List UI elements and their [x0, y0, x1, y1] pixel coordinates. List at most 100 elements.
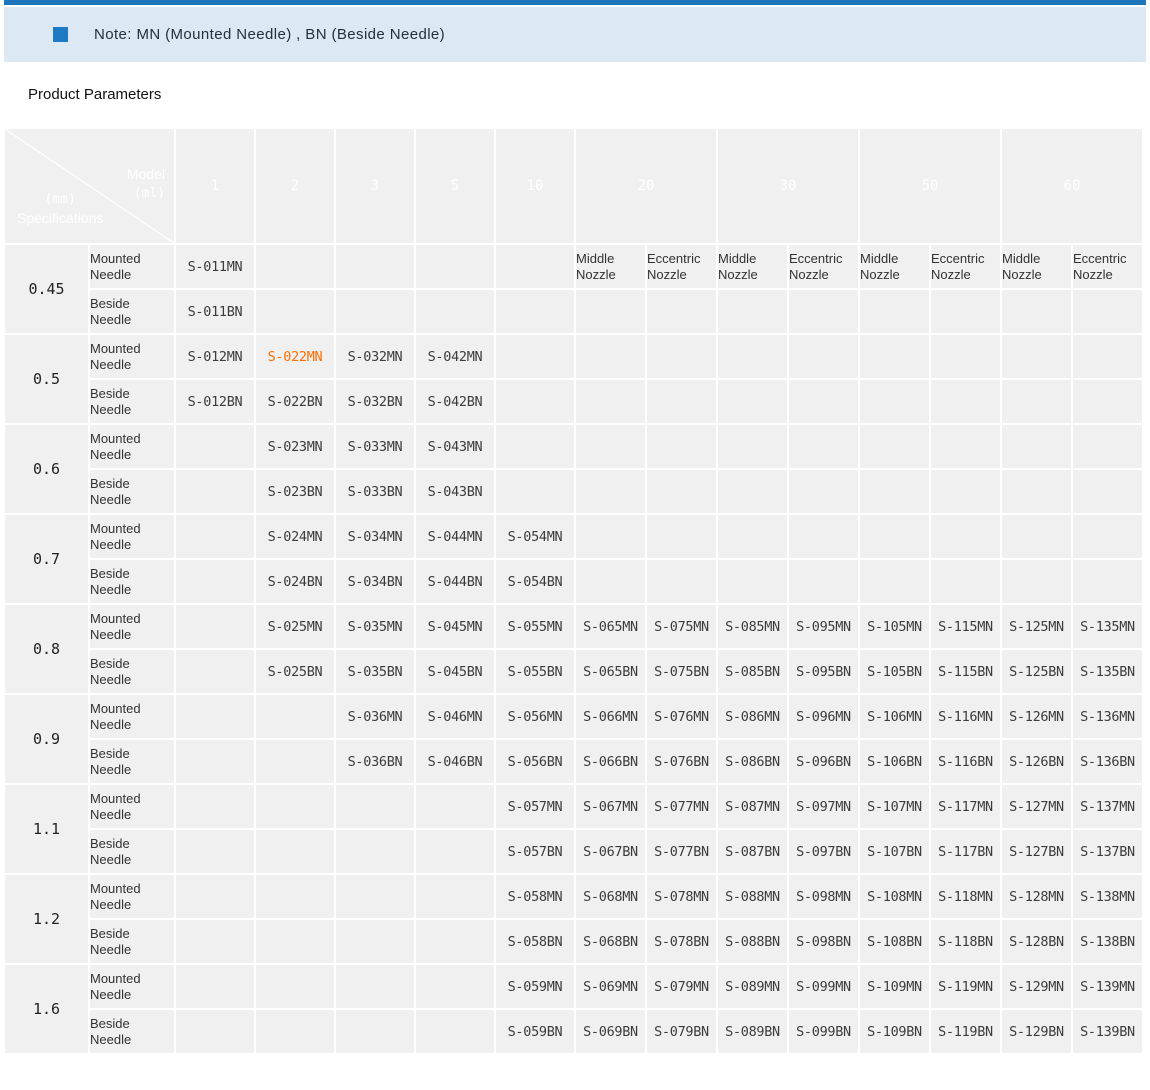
model-cell [1073, 335, 1142, 378]
model-cell [576, 470, 645, 513]
model-cell: S-097BN [789, 830, 858, 873]
model-cell: S-127MN [1002, 785, 1071, 828]
model-cell [416, 965, 494, 1008]
model-cell: S-032MN [336, 335, 414, 378]
model-cell: S-024MN [256, 515, 334, 558]
table-row: Beside NeedleS-025BNS-035BNS-045BNS-055B… [5, 650, 1142, 693]
model-cell: S-034BN [336, 560, 414, 603]
model-cell [256, 920, 334, 963]
model-cell: S-088BN [718, 920, 787, 963]
model-cell: S-098MN [789, 875, 858, 918]
model-cell [718, 380, 787, 423]
model-cell [576, 425, 645, 468]
model-cell [931, 335, 1000, 378]
model-cell: S-035MN [336, 605, 414, 648]
model-cell: S-079BN [647, 1010, 716, 1053]
model-cell: S-138BN [1073, 920, 1142, 963]
model-cell [1073, 290, 1142, 333]
model-cell: S-033BN [336, 470, 414, 513]
model-cell [931, 560, 1000, 603]
model-cell [496, 470, 574, 513]
column-header-50: 50 [860, 129, 1000, 243]
model-cell: S-022BN [256, 380, 334, 423]
needle-type-label: Beside Needle [90, 650, 174, 693]
model-cell: S-046MN [416, 695, 494, 738]
model-cell: S-011MN [176, 245, 254, 288]
model-cell [496, 245, 574, 288]
model-cell: S-045MN [416, 605, 494, 648]
model-cell: S-135MN [1073, 605, 1142, 648]
model-cell: S-107MN [860, 785, 929, 828]
model-cell: S-126MN [1002, 695, 1071, 738]
model-cell: S-089MN [718, 965, 787, 1008]
model-cell: S-055MN [496, 605, 574, 648]
model-cell [860, 560, 929, 603]
model-cell [718, 290, 787, 333]
model-cell: S-076BN [647, 740, 716, 783]
model-cell: S-055BN [496, 650, 574, 693]
model-cell [256, 290, 334, 333]
model-cell: S-043BN [416, 470, 494, 513]
model-cell [931, 290, 1000, 333]
spec-label: 1.1 [5, 785, 88, 873]
model-cell [176, 875, 254, 918]
model-cell [718, 470, 787, 513]
spec-label: 0.8 [5, 605, 88, 693]
model-cell: S-066BN [576, 740, 645, 783]
table-row: 0.9Mounted NeedleS-036MNS-046MNS-056MNS-… [5, 695, 1142, 738]
model-cell: S-054MN [496, 515, 574, 558]
model-cell [647, 515, 716, 558]
model-cell [416, 920, 494, 963]
note-text: Note: MN (Mounted Needle) , BN (Beside N… [94, 26, 445, 43]
model-cell: S-135BN [1073, 650, 1142, 693]
needle-type-label: Beside Needle [90, 560, 174, 603]
table-header-row: Model (ml) (mm) Specifications 1 2 3 5 1… [5, 129, 1142, 243]
model-cell: S-109MN [860, 965, 929, 1008]
model-cell [416, 830, 494, 873]
section-title: Product Parameters [28, 86, 1150, 103]
note-body: MN (Mounted Needle) , BN (Beside Needle) [136, 26, 445, 43]
model-cell [176, 470, 254, 513]
model-cell [718, 515, 787, 558]
model-cell: S-127BN [1002, 830, 1071, 873]
model-cell [176, 1010, 254, 1053]
table-row: 0.8Mounted NeedleS-025MNS-035MNS-045MNS-… [5, 605, 1142, 648]
model-cell: S-105MN [860, 605, 929, 648]
model-cell [789, 560, 858, 603]
table-row: Beside NeedleS-058BNS-068BNS-078BNS-088B… [5, 920, 1142, 963]
model-cell: S-068MN [576, 875, 645, 918]
model-cell: S-098BN [789, 920, 858, 963]
spec-label: 1.6 [5, 965, 88, 1053]
model-cell: S-067MN [576, 785, 645, 828]
model-cell [416, 290, 494, 333]
model-cell [789, 335, 858, 378]
needle-type-label: Mounted Needle [90, 965, 174, 1008]
model-cell: S-069MN [576, 965, 645, 1008]
model-cell [647, 470, 716, 513]
needle-type-label: Mounted Needle [90, 785, 174, 828]
model-cell [576, 335, 645, 378]
model-cell: S-138MN [1073, 875, 1142, 918]
needle-type-label: Mounted Needle [90, 515, 174, 558]
model-cell: S-043MN [416, 425, 494, 468]
model-cell: S-069BN [576, 1010, 645, 1053]
column-header-30: 30 [718, 129, 858, 243]
model-cell: S-129BN [1002, 1010, 1071, 1053]
model-cell: S-086BN [718, 740, 787, 783]
model-cell [256, 695, 334, 738]
needle-type-label: Mounted Needle [90, 335, 174, 378]
model-cell [931, 515, 1000, 558]
model-cell: S-137MN [1073, 785, 1142, 828]
model-cell: S-046BN [416, 740, 494, 783]
model-cell [860, 290, 929, 333]
model-cell [256, 245, 334, 288]
needle-type-label: Beside Needle [90, 470, 174, 513]
model-link-highlighted[interactable]: S-022MN [256, 335, 334, 378]
model-cell [576, 380, 645, 423]
model-cell [336, 785, 414, 828]
model-cell [336, 245, 414, 288]
model-cell [176, 425, 254, 468]
model-cell: S-088MN [718, 875, 787, 918]
model-cell: S-136MN [1073, 695, 1142, 738]
table-row: 1.1Mounted NeedleS-057MNS-067MNS-077MNS-… [5, 785, 1142, 828]
